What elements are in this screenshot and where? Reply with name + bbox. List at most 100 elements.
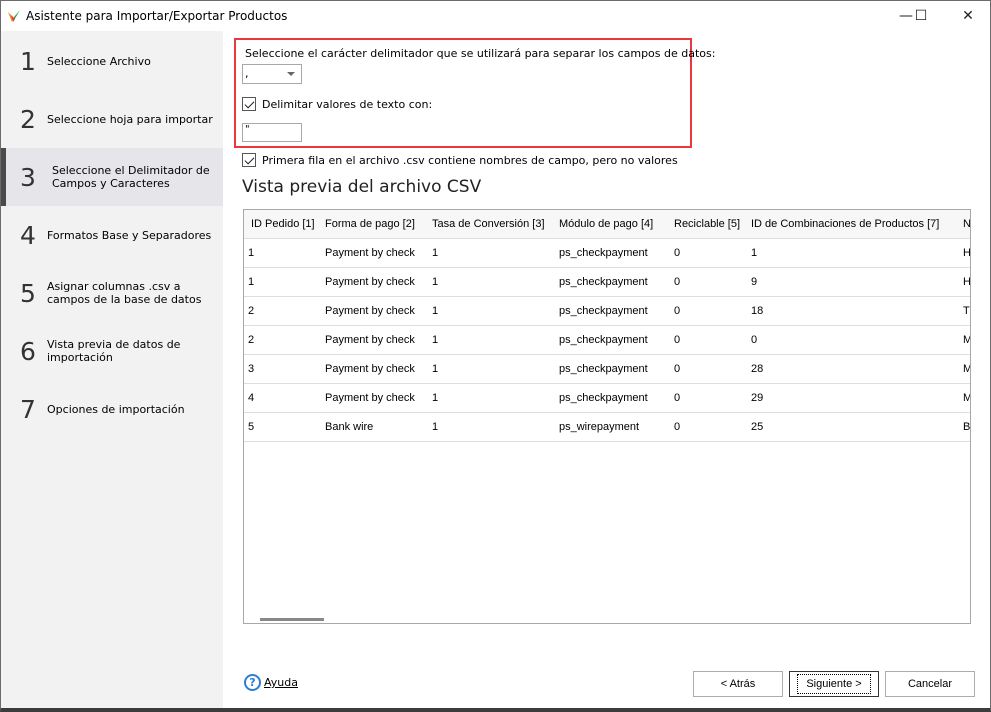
table-cell: 28: [744, 353, 956, 383]
table-cell: Bank wire: [318, 411, 425, 441]
table-cell: Payment by check: [318, 266, 425, 296]
table-cell: Payment by check: [318, 295, 425, 325]
table-cell: 0: [667, 382, 744, 412]
wizard-window: Asistente para Importar/Exportar Product…: [0, 0, 991, 712]
table-cell: 2: [244, 324, 318, 354]
preview-title: Vista previa del archivo CSV: [242, 177, 482, 197]
table-cell: M: [956, 382, 970, 412]
table-cell: 18: [744, 295, 956, 325]
column-header[interactable]: ID Pedido [1]: [244, 210, 318, 238]
sidebar-step-3[interactable]: 3 Seleccione el Delimitador de Campos y C…: [1, 148, 223, 206]
first-row-checkbox[interactable]: [242, 153, 256, 167]
sidebar-step-7[interactable]: 7 Opciones de importación: [1, 380, 223, 438]
column-header[interactable]: ID de Combinaciones de Productos [7]: [744, 210, 956, 238]
step-number: 3: [20, 162, 36, 192]
column-header[interactable]: Módulo de pago [4]: [552, 210, 667, 238]
text-qualifier-input[interactable]: ": [242, 123, 302, 142]
chevron-down-icon: [287, 72, 295, 76]
table-cell: 0: [744, 324, 956, 354]
next-button[interactable]: Siguiente >: [789, 671, 879, 697]
table-cell: 1: [425, 324, 552, 354]
table-row[interactable]: 5Bank wire1ps_wirepayment025Br: [244, 411, 970, 441]
table-cell: 0: [667, 237, 744, 267]
table-cell: 0: [667, 353, 744, 383]
step-label: Seleccione hoja para importar: [47, 112, 213, 126]
step-label: Seleccione el Delimitador de Campos y Ca…: [52, 164, 210, 190]
table-row[interactable]: 2Payment by check1ps_checkpayment00M: [244, 324, 970, 354]
csv-preview-grid[interactable]: ID Pedido [1] Forma de pago [2] Tasa de Co…: [243, 209, 971, 624]
table-row[interactable]: 1Payment by check1ps_checkpayment09Hu: [244, 266, 970, 296]
table-row[interactable]: 1Payment by check1ps_checkpayment01Hu: [244, 237, 970, 267]
close-button[interactable]: ✕: [953, 5, 983, 27]
column-header[interactable]: Tasa de Conversión [3]: [425, 210, 552, 238]
cancel-button[interactable]: Cancelar: [885, 671, 975, 697]
table-cell: 9: [744, 266, 956, 296]
sidebar-step-4[interactable]: 4 Formatos Base y Separadores: [1, 206, 223, 264]
table-row[interactable]: 2Payment by check1ps_checkpayment018Th: [244, 295, 970, 325]
app-logo-icon: [8, 10, 20, 22]
sidebar-step-5[interactable]: 5 Asignar columnas .csv a campos de la ba…: [1, 264, 223, 322]
horizontal-scrollbar[interactable]: [260, 618, 324, 621]
table-row[interactable]: 3Payment by check1ps_checkpayment028M: [244, 353, 970, 383]
step-label: Vista previa de datos de importación: [47, 338, 181, 364]
sidebar-step-1[interactable]: 1 Seleccione Archivo: [1, 32, 223, 90]
table-cell: ps_wirepayment: [552, 411, 667, 441]
table-cell: 0: [667, 266, 744, 296]
column-header[interactable]: Reciclable [5]: [667, 210, 744, 238]
table-cell: 1: [244, 237, 318, 267]
table-cell: Hu: [956, 266, 970, 296]
table-row[interactable]: 4Payment by check1ps_checkpayment029M: [244, 382, 970, 412]
step-label: Formatos Base y Separadores: [47, 228, 212, 242]
step-number: 6: [20, 336, 36, 366]
table-cell: Hu: [956, 237, 970, 267]
wizard-steps: 1 Seleccione Archivo 2 Seleccione hoja para…: [1, 31, 223, 708]
table-cell: ps_checkpayment: [552, 237, 667, 267]
table-cell: 1: [744, 237, 956, 267]
text-qualifier-checkbox[interactable]: [242, 97, 256, 111]
table-cell: ps_checkpayment: [552, 295, 667, 325]
delimiter-dropdown[interactable]: ,: [242, 64, 302, 84]
table-cell: Payment by check: [318, 382, 425, 412]
step-number: 5: [20, 278, 36, 308]
table-cell: 0: [667, 324, 744, 354]
table-cell: ps_checkpayment: [552, 266, 667, 296]
window-title: Asistente para Importar/Exportar Product…: [26, 9, 288, 23]
back-button[interactable]: < Atrás: [693, 671, 783, 697]
table-cell: ps_checkpayment: [552, 382, 667, 412]
table-cell: 1: [425, 237, 552, 267]
step-number: 2: [20, 104, 36, 134]
table-cell: 1: [425, 295, 552, 325]
table-cell: 1: [425, 411, 552, 441]
step-label: Opciones de importación: [47, 402, 185, 416]
step-number: 4: [20, 220, 36, 250]
table-cell: M: [956, 324, 970, 354]
table-cell: 4: [244, 382, 318, 412]
table-cell: Payment by check: [318, 353, 425, 383]
maximize-button[interactable]: ☐: [906, 5, 936, 27]
table-cell: 0: [667, 411, 744, 441]
table-cell: 0: [667, 295, 744, 325]
table-cell: 3: [244, 353, 318, 383]
table-cell: ps_checkpayment: [552, 353, 667, 383]
delimiter-label: Seleccione el carácter delimitador que s…: [245, 47, 716, 60]
table-cell: 1: [244, 266, 318, 296]
text-qualifier-label: Delimitar valores de texto con:: [262, 98, 433, 111]
table-cell: 29: [744, 382, 956, 412]
table-cell: Payment by check: [318, 324, 425, 354]
step-label: Asignar columnas .csv a campos de la bas…: [47, 280, 202, 306]
table-cell: M: [956, 353, 970, 383]
table-cell: 1: [425, 382, 552, 412]
next-button-label: Siguiente >: [797, 674, 871, 694]
table-cell: ps_checkpayment: [552, 324, 667, 354]
help-icon[interactable]: ?: [244, 674, 261, 691]
table-cell: Br: [956, 411, 970, 441]
main-panel: Seleccione el carácter delimitador que s…: [223, 31, 990, 708]
sidebar-step-6[interactable]: 6 Vista previa de datos de importación: [1, 322, 223, 380]
sidebar-step-2[interactable]: 2 Seleccione hoja para importar: [1, 90, 223, 148]
help-link[interactable]: Ayuda: [264, 676, 298, 689]
column-header[interactable]: N: [956, 210, 970, 238]
column-header[interactable]: Forma de pago [2]: [318, 210, 425, 238]
step-number: 7: [20, 394, 36, 424]
first-row-label: Primera fila en el archivo .csv contiene…: [262, 154, 678, 167]
step-label: Seleccione Archivo: [47, 54, 151, 68]
